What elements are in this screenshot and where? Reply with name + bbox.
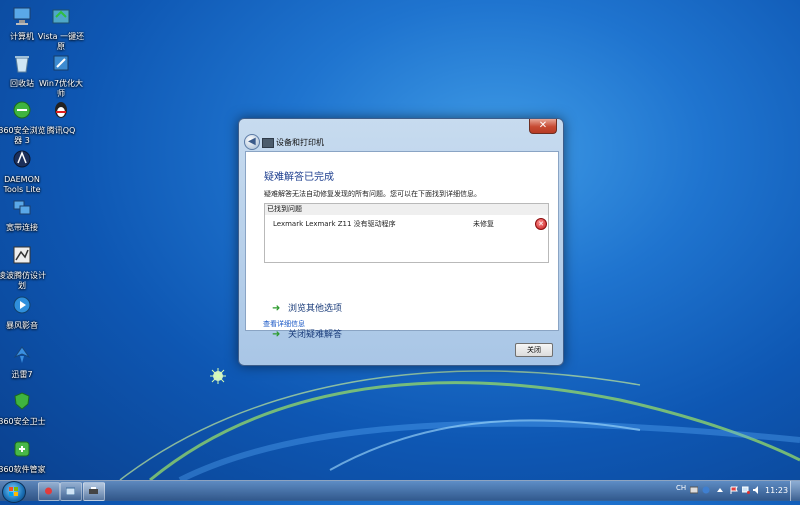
desktop-icon-broadband[interactable]: 宽带连接 (0, 196, 46, 233)
xunlei-icon (13, 346, 31, 363)
qq-icon (55, 102, 67, 118)
taskbar-app-devices-printers[interactable] (83, 482, 105, 501)
desktop-icon-qq[interactable]: 腾讯QQ (37, 99, 85, 136)
desktop-icon-360-safe[interactable]: 360安全卫士 (0, 390, 46, 427)
360-software-icon (14, 441, 30, 457)
app-icon (45, 487, 52, 495)
green-arrow-icon: ➜ (272, 303, 281, 314)
page-title: 疑难解答已完成 (264, 172, 334, 183)
broadband-icon (13, 200, 31, 215)
tray-arrow-icon[interactable] (716, 486, 724, 494)
desktop-icon-label: 暴风影音 (6, 321, 38, 330)
desktop-icon-label: Vista 一键还原 (37, 32, 85, 51)
devices-printers-icon (262, 138, 274, 148)
action-center-flag-icon[interactable] (730, 486, 738, 494)
close-icon: ✕ (538, 120, 548, 131)
desktop-icon-daemon-tools[interactable]: DAEMON Tools Lite (0, 148, 46, 195)
address-title: 设备和打印机 (276, 138, 324, 147)
explorer-icon (66, 487, 75, 495)
desktop-icon-label: 宽带连接 (6, 223, 38, 232)
taskbar-app-explorer[interactable] (60, 482, 82, 501)
recycle-bin-icon (15, 56, 29, 73)
desktop-icon-label: 凌波腾仿设计划 (0, 271, 46, 290)
title-bar[interactable]: ✕ ◀ 设备和打印机 (239, 119, 563, 150)
problems-list: 已找到问题 Lexmark Lexmark Z11 没有驱动程序 未修复 ✕ (264, 203, 549, 263)
desktop-icon-label: DAEMON Tools Lite (3, 175, 41, 194)
clock[interactable]: 11:23 (765, 486, 788, 495)
keyboard-icon[interactable] (690, 486, 698, 494)
content-pane: 疑难解答已完成 疑难解答无法自动修复发现的所有问题。您可以在下面找到详细信息。 … (245, 151, 559, 340)
option-label: 关闭疑难解答 (288, 330, 343, 340)
view-details-link[interactable]: 查看详细信息 (263, 319, 305, 329)
windows-logo-icon (9, 487, 18, 496)
desktop-icon-baofeng[interactable]: 暴风影音 (0, 294, 46, 331)
desktop-icon-vista-restore[interactable]: Vista 一键还原 (37, 5, 85, 52)
daemon-tools-icon (13, 150, 31, 168)
desktop-icon-win7-optimizer[interactable]: Win7优化大师 (37, 52, 85, 99)
baofeng-icon (13, 296, 31, 314)
win7-optimizer-icon (53, 55, 69, 71)
desktop-icon-360-software[interactable]: 360软件管家 (0, 438, 46, 475)
green-arrow-icon: ➜ (272, 329, 281, 340)
problem-status: 未修复 (473, 220, 494, 228)
computer-icon (13, 7, 31, 25)
page-subtitle: 疑难解答无法自动修复发现的所有问题。您可以在下面找到详细信息。 (264, 190, 481, 198)
troubleshooter-window: ✕ ◀ 设备和打印机 疑难解答已完成 疑难解答无法自动修复发现的所有问题。您可以… (238, 118, 564, 366)
desktop-icon-label: 腾讯QQ (46, 126, 76, 135)
desktop-icon-label: 360软件管家 (0, 465, 46, 474)
problem-name: Lexmark Lexmark Z11 没有驱动程序 (273, 220, 396, 228)
back-arrow-icon: ◀ (248, 136, 256, 147)
network-icon[interactable] (742, 486, 750, 494)
error-icon: ✕ (535, 218, 547, 230)
desktop-icon-label: Win7优化大师 (38, 79, 84, 98)
show-desktop-button[interactable] (790, 481, 800, 501)
desktop-icon-xunlei[interactable]: 迅雷7 (0, 343, 46, 380)
help-icon[interactable] (702, 486, 710, 494)
360-safe-icon (14, 392, 30, 410)
desktop-icon-label: 迅雷7 (11, 370, 33, 379)
back-button[interactable]: ◀ (244, 134, 260, 150)
taskbar-app-360[interactable] (38, 482, 60, 501)
window-close-button[interactable]: ✕ (529, 119, 557, 134)
vista-restore-icon (52, 9, 70, 24)
desktop-icon-lingbo[interactable]: 凌波腾仿设计划 (0, 244, 46, 291)
taskbar: CH 11:23 (0, 480, 800, 503)
desktop-icon-label: 360安全卫士 (0, 417, 46, 426)
360-browser-icon (13, 101, 31, 119)
close-button[interactable]: 关闭 (515, 343, 553, 357)
problems-header: 已找到问题 (265, 204, 548, 215)
printer-icon (89, 487, 98, 494)
option-label: 浏览其他选项 (288, 304, 343, 314)
language-indicator[interactable]: CH (676, 484, 686, 492)
lingbo-icon (13, 246, 31, 264)
volume-icon[interactable] (753, 486, 761, 494)
